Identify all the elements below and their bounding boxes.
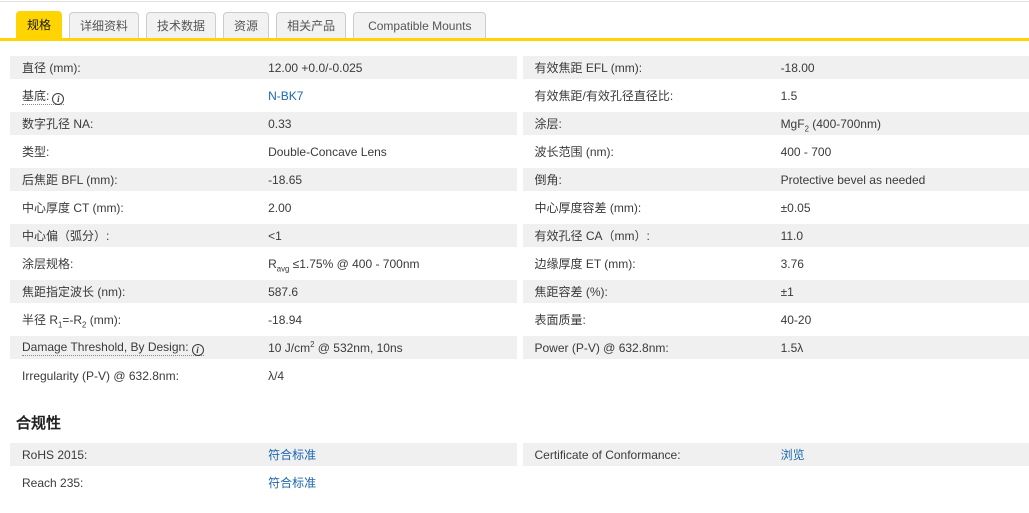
spec-value: 1.5λ bbox=[781, 341, 1017, 355]
info-icon[interactable]: i bbox=[192, 344, 204, 356]
spec-label: 基底:i bbox=[22, 87, 268, 105]
spec-label: Certificate of Conformance: bbox=[535, 448, 781, 462]
reach-compliant-link[interactable]: 符合标准 bbox=[268, 476, 316, 490]
spec-value: MgF2 (400-700nm) bbox=[781, 117, 1017, 131]
spec-row-coating: 涂层: MgF2 (400-700nm) bbox=[523, 112, 1029, 135]
spec-label: RoHS 2015: bbox=[22, 448, 268, 462]
spec-value: <1 bbox=[268, 229, 504, 243]
spec-label: 有效孔径 CA（mm）: bbox=[535, 227, 781, 244]
tab-details[interactable]: 详细资料 bbox=[69, 12, 139, 38]
spec-row-design-wavelength: 焦距指定波长 (nm): 587.6 bbox=[10, 280, 517, 303]
spec-value: Ravg ≤1.75% @ 400 - 700nm bbox=[268, 257, 504, 271]
spec-row-clear-aperture: 有效孔径 CA（mm）: 11.0 bbox=[523, 224, 1029, 247]
spec-row-radius: 半径 R1=-R2 (mm): -18.94 bbox=[10, 308, 517, 331]
spec-row-et: 边缘厚度 ET (mm): 3.76 bbox=[523, 252, 1029, 275]
spec-label: Damage Threshold, By Design:i bbox=[22, 340, 268, 356]
spec-label: 涂层规格: bbox=[22, 255, 268, 272]
tab-specs[interactable]: 规格 bbox=[16, 11, 62, 38]
substrate-tooltip[interactable]: 基底:i bbox=[22, 89, 64, 105]
spec-label: 焦距指定波长 (nm): bbox=[22, 283, 268, 300]
spec-value: 587.6 bbox=[268, 285, 504, 299]
spec-row-na: 数字孔径 NA: 0.33 bbox=[10, 112, 517, 135]
coc-browse-link[interactable]: 浏览 bbox=[781, 448, 805, 462]
spec-value: 40-20 bbox=[781, 313, 1017, 327]
spec-row-wavelength-range: 波长范围 (nm): 400 - 700 bbox=[523, 140, 1029, 163]
spec-value: -18.65 bbox=[268, 173, 504, 187]
spec-value: 11.0 bbox=[781, 229, 1017, 243]
spec-label: Irregularity (P-V) @ 632.8nm: bbox=[22, 369, 268, 383]
spec-value: 10 J/cm2 @ 532nm, 10ns bbox=[268, 341, 504, 355]
substrate-link[interactable]: N-BK7 bbox=[268, 89, 303, 103]
spec-label: Reach 235: bbox=[22, 476, 268, 490]
damage-threshold-tooltip[interactable]: Damage Threshold, By Design:i bbox=[22, 340, 204, 356]
tab-compatible-mounts[interactable]: Compatible Mounts bbox=[353, 12, 486, 38]
spec-value: ±0.05 bbox=[781, 201, 1017, 215]
spec-label: 后焦距 BFL (mm): bbox=[22, 171, 268, 188]
spec-value: 1.5 bbox=[781, 89, 1017, 103]
spec-label: 涂层: bbox=[535, 115, 781, 132]
compliance-table-right: Certificate of Conformance: 浏览 bbox=[523, 443, 1029, 499]
spec-row-f-number: 有效焦距/有效孔径直径比: 1.5 bbox=[523, 84, 1029, 107]
spec-label: Power (P-V) @ 632.8nm: bbox=[535, 341, 781, 355]
spec-label: 类型: bbox=[22, 143, 268, 160]
spec-label: 边缘厚度 ET (mm): bbox=[535, 255, 781, 272]
spec-value: Double-Concave Lens bbox=[268, 145, 504, 159]
spec-table-left: 直径 (mm): 12.00 +0.0/-0.025 基底:i N-BK7 数字… bbox=[10, 56, 517, 392]
spec-table: 直径 (mm): 12.00 +0.0/-0.025 基底:i N-BK7 数字… bbox=[0, 56, 1029, 392]
spec-value: 0.33 bbox=[268, 117, 504, 131]
spec-row-efl: 有效焦距 EFL (mm): -18.00 bbox=[523, 56, 1029, 79]
spec-row-substrate: 基底:i N-BK7 bbox=[10, 84, 517, 107]
spec-value: 2.00 bbox=[268, 201, 504, 215]
spec-value: -18.00 bbox=[781, 61, 1017, 75]
spec-row-irregularity: Irregularity (P-V) @ 632.8nm: λ/4 bbox=[10, 364, 517, 387]
spec-label: 倒角: bbox=[535, 171, 781, 188]
spec-table-right: 有效焦距 EFL (mm): -18.00 有效焦距/有效孔径直径比: 1.5 … bbox=[523, 56, 1029, 392]
tab-tech-data[interactable]: 技术数据 bbox=[146, 12, 216, 38]
spec-row-focal-tolerance: 焦距容差 (%): ±1 bbox=[523, 280, 1029, 303]
spec-row-type: 类型: Double-Concave Lens bbox=[10, 140, 517, 163]
spec-row-damage-threshold: Damage Threshold, By Design:i 10 J/cm2 @… bbox=[10, 336, 517, 359]
spec-row-bevel: 倒角: Protective bevel as needed bbox=[523, 168, 1029, 191]
compliance-row-rohs: RoHS 2015: 符合标准 bbox=[10, 443, 517, 466]
spec-label: 焦距容差 (%): bbox=[535, 283, 781, 300]
compliance-row-coc: Certificate of Conformance: 浏览 bbox=[523, 443, 1029, 466]
spec-label: 有效焦距 EFL (mm): bbox=[535, 59, 781, 76]
spec-label: 数字孔径 NA: bbox=[22, 115, 268, 132]
compliance-heading: 合规性 bbox=[16, 412, 1029, 433]
spec-value: ±1 bbox=[781, 285, 1017, 299]
tab-resources[interactable]: 资源 bbox=[223, 12, 269, 38]
spec-row-power: Power (P-V) @ 632.8nm: 1.5λ bbox=[523, 336, 1029, 359]
spec-row-ct: 中心厚度 CT (mm): 2.00 bbox=[10, 196, 517, 219]
spec-row-ct-tolerance: 中心厚度容差 (mm): ±0.05 bbox=[523, 196, 1029, 219]
spec-row-coating-spec: 涂层规格: Ravg ≤1.75% @ 400 - 700nm bbox=[10, 252, 517, 275]
spec-label: 表面质量: bbox=[535, 311, 781, 328]
compliance-table: RoHS 2015: 符合标准 Reach 235: 符合标准 Certific… bbox=[0, 443, 1029, 499]
spec-value: 12.00 +0.0/-0.025 bbox=[268, 61, 504, 75]
spec-value: λ/4 bbox=[268, 369, 504, 383]
spec-value: 3.76 bbox=[781, 257, 1017, 271]
spec-value: Protective bevel as needed bbox=[781, 173, 1017, 187]
spec-value: -18.94 bbox=[268, 313, 504, 327]
spec-label: 直径 (mm): bbox=[22, 59, 268, 76]
spec-label: 波长范围 (nm): bbox=[535, 143, 781, 160]
compliance-row-reach: Reach 235: 符合标准 bbox=[10, 471, 517, 494]
spec-label: 中心厚度容差 (mm): bbox=[535, 199, 781, 216]
spec-label: 半径 R1=-R2 (mm): bbox=[22, 311, 268, 328]
rohs-compliant-link[interactable]: 符合标准 bbox=[268, 448, 316, 462]
spec-row-diameter: 直径 (mm): 12.00 +0.0/-0.025 bbox=[10, 56, 517, 79]
compliance-table-left: RoHS 2015: 符合标准 Reach 235: 符合标准 bbox=[10, 443, 517, 499]
spec-value: 400 - 700 bbox=[781, 145, 1017, 159]
spec-label: 中心偏（弧分）: bbox=[22, 227, 268, 244]
spec-row-surface-quality: 表面质量: 40-20 bbox=[523, 308, 1029, 331]
spec-tabs: 规格 详细资料 技术数据 资源 相关产品 Compatible Mounts bbox=[0, 2, 1029, 41]
spec-row-bfl: 后焦距 BFL (mm): -18.65 bbox=[10, 168, 517, 191]
spec-label: 有效焦距/有效孔径直径比: bbox=[535, 87, 781, 104]
spec-row-centration: 中心偏（弧分）: <1 bbox=[10, 224, 517, 247]
info-icon[interactable]: i bbox=[52, 93, 64, 105]
spec-label: 中心厚度 CT (mm): bbox=[22, 199, 268, 216]
tab-related-products[interactable]: 相关产品 bbox=[276, 12, 346, 38]
